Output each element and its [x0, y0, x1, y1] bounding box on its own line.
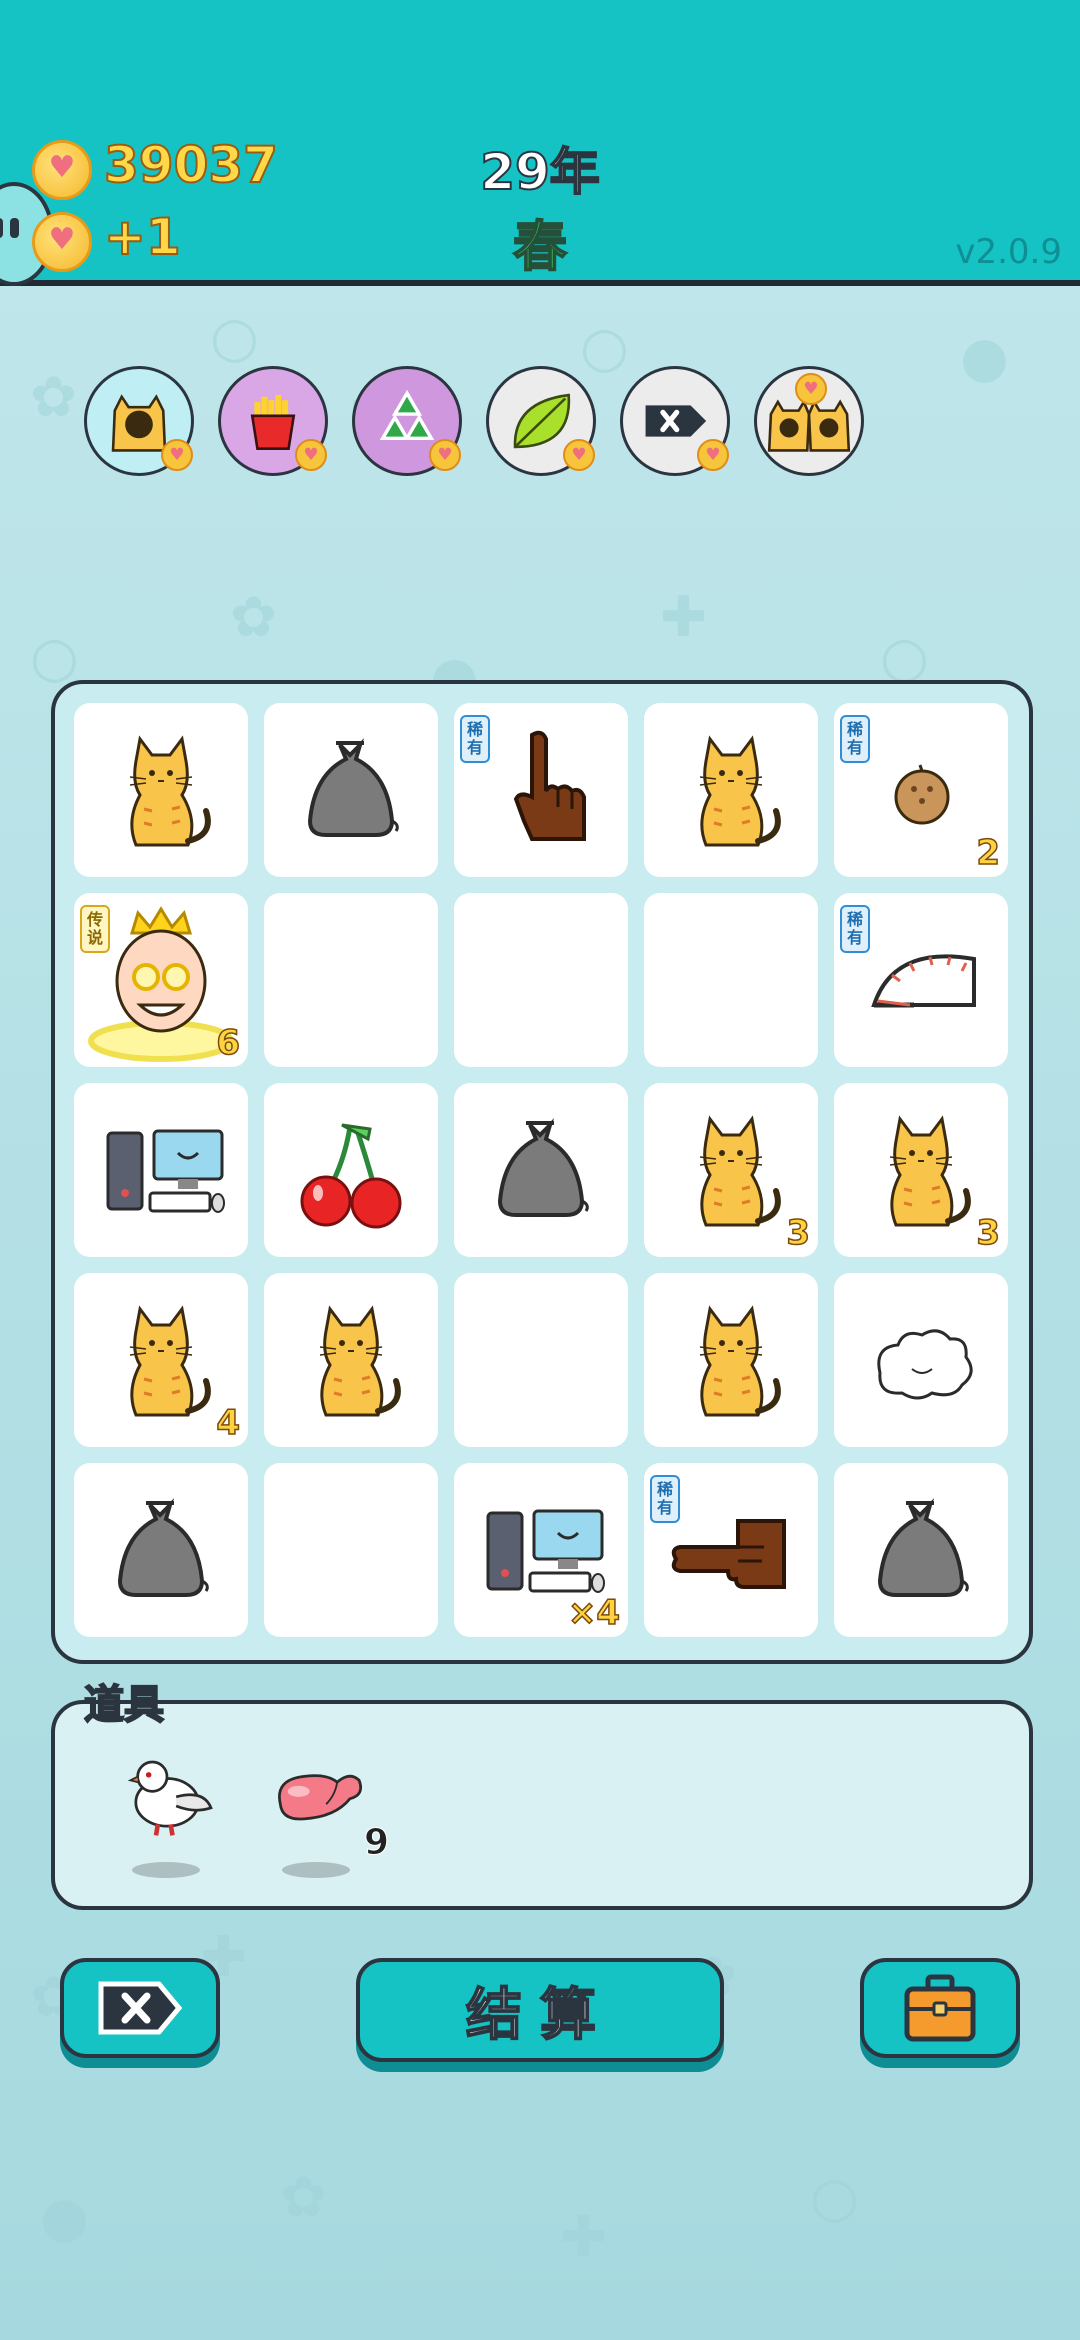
backpack-button[interactable]: [860, 1958, 1020, 2058]
version-label: v2.0.9: [955, 232, 1062, 272]
relic-coin-icon: ♥: [161, 439, 193, 471]
grid-cell[interactable]: 3: [834, 1083, 1008, 1257]
grid-cell[interactable]: [264, 1083, 438, 1257]
cherry-icon: [264, 1083, 438, 1257]
grid-cell[interactable]: [264, 1463, 438, 1637]
grid-cell[interactable]: [644, 893, 818, 1067]
season-label: 春: [512, 214, 568, 279]
coin-income: +1: [103, 207, 182, 267]
item-shadow: [132, 1862, 200, 1878]
grid-cell[interactable]: [264, 1273, 438, 1447]
remove-button[interactable]: [60, 1958, 220, 2058]
item-count: 9: [363, 1822, 390, 1864]
relic-4[interactable]: ♥: [620, 366, 730, 476]
grid-cell[interactable]: [264, 703, 438, 877]
grid-cell[interactable]: 稀有: [644, 1463, 818, 1637]
relic-coin-icon: ♥: [429, 439, 461, 471]
cell-count: 3: [976, 1212, 1001, 1254]
income-coin-icon: [32, 212, 92, 272]
relic-5[interactable]: ♥: [754, 366, 864, 476]
grid-cell[interactable]: [644, 703, 818, 877]
relic-2[interactable]: ♥: [352, 366, 462, 476]
cell-count: 2: [976, 832, 1001, 874]
briefcase-icon: [904, 1974, 976, 2042]
grid-cell[interactable]: [264, 893, 438, 1067]
trash-bag-icon: [834, 1463, 1008, 1637]
grid-cell[interactable]: ×4: [454, 1463, 628, 1637]
settle-button-label: 结算: [465, 1982, 614, 2049]
grid-cell[interactable]: [644, 1273, 818, 1447]
rarity-badge: 稀有: [460, 715, 490, 763]
cat-icon: [644, 703, 818, 877]
settle-button[interactable]: 结算: [356, 1958, 724, 2062]
year-label: 29年: [479, 142, 601, 202]
grid-cell[interactable]: [834, 1463, 1008, 1637]
item-slot[interactable]: [262, 1740, 372, 1850]
relic-coin-icon: ♥: [295, 439, 327, 471]
rarity-badge: 稀有: [840, 905, 870, 953]
remove-tag-icon: [98, 1981, 183, 2035]
relic-coin-icon: ♥: [697, 439, 729, 471]
cat-icon: [644, 1273, 818, 1447]
grid-cell[interactable]: 4: [74, 1273, 248, 1447]
item-shadow: [282, 1862, 350, 1878]
grid-cell[interactable]: 稀有 2: [834, 703, 1008, 877]
grid-cell[interactable]: [74, 1463, 248, 1637]
slot-grid: 稀有 稀有 2 传说 6 稀有 3 3 4 ×4 稀有: [51, 680, 1033, 1664]
cell-count: 4: [216, 1402, 241, 1444]
cell-count: 3: [786, 1212, 811, 1254]
grid-cell[interactable]: 传说 6: [74, 893, 248, 1067]
grid-cell[interactable]: [454, 893, 628, 1067]
grid-cell[interactable]: [834, 1273, 1008, 1447]
relic-1[interactable]: ♥: [218, 366, 328, 476]
dove-icon: [127, 1760, 213, 1836]
liver-icon: [278, 1774, 363, 1821]
rarity-badge: 稀有: [650, 1475, 680, 1523]
cell-count: ×4: [567, 1592, 621, 1634]
grid-cell[interactable]: [454, 1083, 628, 1257]
relic-coin-icon: ♥: [795, 373, 827, 405]
trash-bag-icon: [264, 703, 438, 877]
grid-cell[interactable]: 稀有: [454, 703, 628, 877]
grid-cell[interactable]: 3: [644, 1083, 818, 1257]
relic-0[interactable]: ♥: [84, 366, 194, 476]
relic-3[interactable]: ♥: [486, 366, 596, 476]
trash-bag-icon: [74, 1463, 248, 1637]
grid-cell[interactable]: [74, 1083, 248, 1257]
grid-cell[interactable]: 稀有: [834, 893, 1008, 1067]
cat-icon: [74, 703, 248, 877]
coin-icon: [32, 140, 92, 200]
computer-icon: [74, 1083, 248, 1257]
rarity-badge: 传说: [80, 905, 110, 953]
item-slot[interactable]: [112, 1740, 222, 1850]
cloud-icon: [834, 1273, 1008, 1447]
grid-cell[interactable]: [74, 703, 248, 877]
cat-icon: [264, 1273, 438, 1447]
grid-cell[interactable]: [454, 1273, 628, 1447]
cell-count: 6: [216, 1022, 241, 1064]
relic-coin-icon: ♥: [563, 439, 595, 471]
trash-bag-icon: [454, 1083, 628, 1257]
coin-total: 39037: [103, 135, 279, 195]
rarity-badge: 稀有: [840, 715, 870, 763]
items-title: 道具: [83, 1681, 165, 1729]
